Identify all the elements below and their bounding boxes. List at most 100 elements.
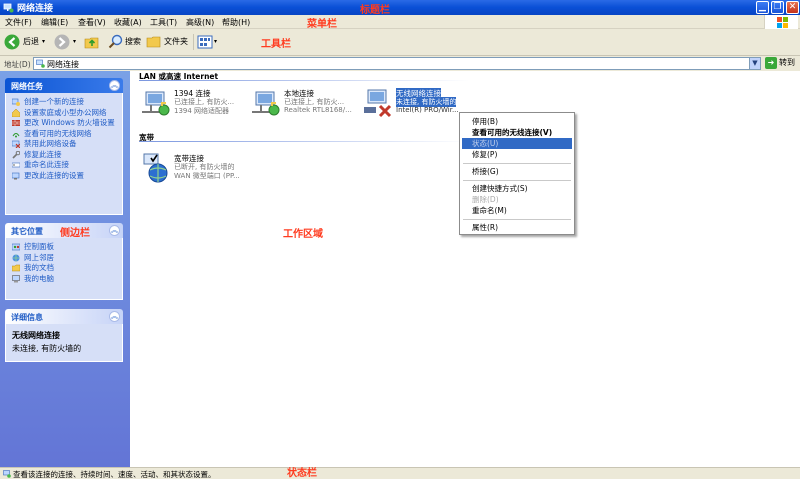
- chevron-down-icon: ▾: [214, 38, 218, 45]
- collapse-icon[interactable]: ︽: [109, 225, 120, 236]
- connection-broadband[interactable]: 宽带连接 已断开, 有防火墙的 WAN 微型端口 (PP...: [140, 151, 250, 187]
- address-input[interactable]: 网络连接 ▼: [33, 57, 761, 70]
- title-bar[interactable]: 网络连接 标题栏 ▁ ❐ ✕: [0, 0, 800, 16]
- task-disable-device[interactable]: 禁用此网络设备: [12, 139, 122, 149]
- address-value: 网络连接: [47, 60, 79, 69]
- menu-item-view-wireless[interactable]: 查看可用的无线连接(V): [462, 127, 572, 138]
- connection-wireless[interactable]: 无线网络连接 未连接, 有防火墙的 Intel(R) PRO/Wir...: [362, 86, 472, 122]
- close-icon: ✕: [788, 2, 797, 12]
- lan-connection-icon: [252, 91, 280, 116]
- task-create-connection[interactable]: 创建一个新的连接: [12, 97, 122, 107]
- search-icon: [108, 34, 123, 49]
- menu-item-rename[interactable]: 重命名(M): [462, 205, 572, 216]
- control-panel-icon: [12, 243, 20, 251]
- connection-1394[interactable]: 1394 连接 已连接上, 有防火... 1394 网络适配器: [140, 86, 250, 122]
- task-label: 更改 Windows 防火墙设置: [24, 118, 115, 127]
- go-label: 转到: [779, 58, 795, 67]
- minimize-button[interactable]: ▁: [756, 1, 769, 14]
- place-label: 我的电脑: [24, 273, 54, 283]
- broadband-connection-icon: [143, 153, 168, 183]
- menu-item-create-shortcut[interactable]: 创建快捷方式(S): [462, 183, 572, 194]
- menu-favorites[interactable]: 收藏(A): [114, 17, 142, 28]
- network-connections-icon: [3, 470, 11, 478]
- task-view-wireless[interactable]: 查看可用的无线网络: [12, 129, 122, 139]
- windows-logo-icon: [764, 15, 798, 29]
- menu-separator: [463, 180, 571, 181]
- address-dropdown-icon[interactable]: ▼: [749, 58, 760, 69]
- place-label: 我的文档: [24, 263, 54, 272]
- chevron-down-icon: ▾: [73, 38, 77, 45]
- search-button[interactable]: 搜索: [108, 33, 144, 51]
- menu-item-bridge[interactable]: 桥接(G): [462, 166, 572, 177]
- toolbar-divider: [193, 34, 194, 50]
- details-connection-status: 未连接, 有防火墙的: [12, 344, 82, 353]
- up-folder-button[interactable]: [84, 33, 102, 51]
- place-control-panel[interactable]: 控制面板: [12, 242, 122, 252]
- wireless-connection-icon: [364, 89, 392, 118]
- menu-separator: [463, 163, 571, 164]
- firewall-icon: [12, 120, 20, 126]
- task-rename-connection[interactable]: 重命名此连接: [12, 160, 122, 170]
- folder-icon: [146, 36, 161, 48]
- menu-item-repair[interactable]: 修复(P): [462, 149, 572, 160]
- back-arrow-icon: [4, 34, 20, 50]
- home-network-icon: [12, 108, 20, 117]
- place-network-neighborhood[interactable]: 网上邻居: [12, 253, 122, 263]
- maximize-icon: ❐: [773, 2, 782, 12]
- views-button[interactable]: ▾: [197, 33, 219, 51]
- place-my-computer[interactable]: 我的电脑: [12, 274, 122, 284]
- chevron-down-icon: ▾: [42, 38, 46, 45]
- context-menu: 停用(B) 查看可用的无线连接(V) 状态(U) 修复(P) 桥接(G) 创建快…: [459, 112, 575, 235]
- place-label: 控制面板: [24, 242, 54, 251]
- menu-item-delete[interactable]: 删除(D): [462, 194, 572, 205]
- folders-button[interactable]: 文件夹: [146, 33, 190, 51]
- title-bar-annotation: 标题栏: [360, 5, 390, 16]
- task-repair-connection[interactable]: 修复此连接: [12, 150, 122, 160]
- folders-label: 文件夹: [164, 37, 188, 46]
- go-button[interactable]: ➜ 转到: [765, 57, 795, 69]
- task-label: 设置家庭或小型办公网络: [24, 107, 107, 117]
- menu-item-properties[interactable]: 属性(R): [462, 222, 572, 233]
- new-connection-icon: [12, 98, 20, 106]
- forward-arrow-icon: [54, 34, 70, 50]
- back-button[interactable]: 后退 ▾: [4, 33, 50, 51]
- task-firewall-settings[interactable]: 更改 Windows 防火墙设置: [12, 118, 122, 128]
- group-divider: [139, 141, 469, 142]
- address-bar: 地址(D) 网络连接 ▼ ➜ 转到: [0, 56, 800, 71]
- details-connection-name: 无线网络连接: [12, 331, 60, 340]
- menu-bar: 文件(F) 编辑(E) 查看(V) 收藏(A) 工具(T) 高级(N) 帮助(H…: [0, 15, 800, 30]
- maximize-button[interactable]: ❐: [771, 1, 784, 14]
- menu-item-disable[interactable]: 停用(B): [462, 116, 572, 127]
- task-label: 查看可用的无线网络: [24, 128, 92, 138]
- network-tasks-header[interactable]: 网络任务 ︽: [5, 78, 123, 93]
- menu-advanced[interactable]: 高级(N): [186, 17, 214, 28]
- place-my-documents[interactable]: 我的文档: [12, 263, 122, 273]
- back-label: 后退: [23, 37, 39, 46]
- task-label: 创建一个新的连接: [24, 97, 84, 106]
- sidebar-annotation: 侧边栏: [60, 228, 90, 239]
- task-home-network[interactable]: 设置家庭或小型办公网络: [12, 108, 122, 118]
- menu-item-status[interactable]: 状态(U): [462, 138, 572, 149]
- status-text: 查看该连接的连接、持续时间、速度、活动、和其状态设置。: [13, 470, 216, 479]
- menu-file[interactable]: 文件(F): [5, 17, 32, 28]
- task-change-settings[interactable]: 更改此连接的设置: [12, 171, 122, 181]
- connection-device: 1394 网络适配器: [174, 107, 230, 115]
- menu-view[interactable]: 查看(V): [78, 17, 106, 28]
- menu-edit[interactable]: 编辑(E): [41, 17, 68, 28]
- forward-button[interactable]: ▾: [54, 33, 80, 51]
- menu-help[interactable]: 帮助(H): [222, 17, 250, 28]
- network-tasks-panel: 网络任务 ︽ 创建一个新的连接 设置家庭或小型办公网络 更改 Windows 防…: [5, 78, 123, 215]
- menu-tools[interactable]: 工具(T): [150, 17, 177, 28]
- collapse-icon[interactable]: ︽: [109, 80, 120, 91]
- close-button[interactable]: ✕: [786, 1, 799, 14]
- status-bar-annotation: 状态栏: [287, 468, 317, 479]
- task-label: 修复此连接: [24, 149, 62, 159]
- toolbar-annotation: 工具栏: [261, 39, 291, 50]
- details-header[interactable]: 详细信息 ︽: [5, 309, 123, 324]
- collapse-icon[interactable]: ︽: [109, 311, 120, 322]
- connection-device: Realtek RTL8168/...: [284, 106, 352, 114]
- connection-local[interactable]: 本地连接 已连接上, 有防火... Realtek RTL8168/...: [250, 86, 360, 122]
- group-divider: [139, 80, 469, 81]
- network-connections-icon: [3, 3, 14, 13]
- sidebar: 网络任务 ︽ 创建一个新的连接 设置家庭或小型办公网络 更改 Windows 防…: [0, 71, 130, 467]
